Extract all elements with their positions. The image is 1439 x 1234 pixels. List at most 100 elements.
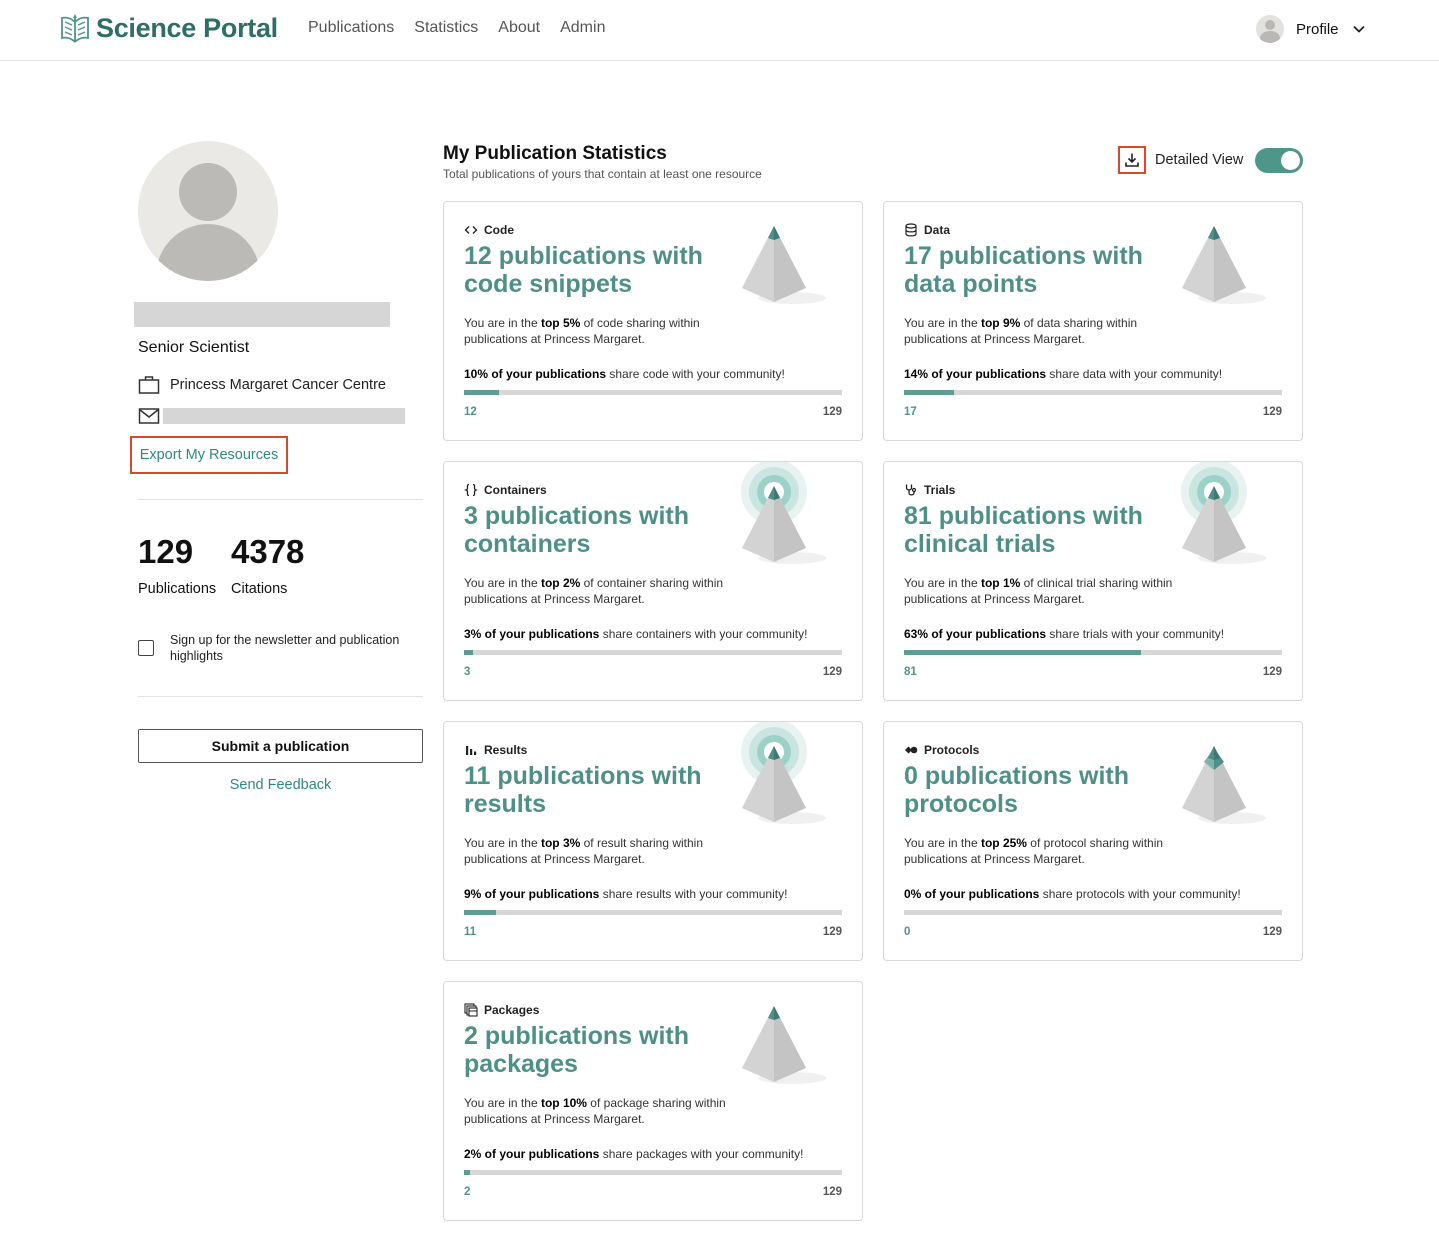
share-rest: share protocols with your community! xyxy=(1039,887,1241,901)
share-rest: share code with your community! xyxy=(606,367,785,381)
share-percent: 10% of your publications xyxy=(464,367,607,381)
progress-total: 129 xyxy=(822,926,842,938)
briefcase-icon xyxy=(138,376,160,394)
desc-text: You are in the xyxy=(464,836,541,850)
publications-label: Publications xyxy=(138,581,217,597)
nav-admin[interactable]: Admin xyxy=(560,19,605,37)
publications-count: 129 xyxy=(138,533,194,570)
progress-fill xyxy=(464,390,500,395)
divider xyxy=(138,696,423,697)
card-title: 11 publications with results xyxy=(464,762,702,818)
desc-rank: top 9% xyxy=(980,316,1021,330)
detailed-view-toggle[interactable] xyxy=(1255,148,1303,173)
pyramid-graphic xyxy=(1174,459,1284,572)
pyramid-graphic xyxy=(734,202,844,312)
toggle-knob xyxy=(1281,151,1300,170)
newsletter-checkbox[interactable] xyxy=(138,640,154,656)
profile-label: Profile xyxy=(1296,20,1339,38)
stat-card-containers: Containers 3 publications with containers… xyxy=(443,459,863,701)
nav-statistics[interactable]: Statistics xyxy=(414,19,478,37)
desc-rank: top 1% xyxy=(980,576,1021,590)
card-header: Containers xyxy=(463,483,547,497)
redacted-email xyxy=(163,408,405,424)
code-icon xyxy=(464,223,478,237)
citations-label: Citations xyxy=(231,581,288,597)
protocol-icon xyxy=(904,743,918,757)
card-category: Trials xyxy=(924,483,956,497)
desc-text: You are in the xyxy=(464,576,541,590)
pyramid-graphic xyxy=(1174,202,1284,312)
card-description: You are in the top 10% of package sharin… xyxy=(464,1095,744,1127)
card-header: Trials xyxy=(904,483,955,497)
progress-fill xyxy=(904,390,954,395)
database-icon xyxy=(904,223,918,237)
stat-card-trials: Trials 81 publications with clinical tria… xyxy=(883,459,1303,701)
card-share-text: 2% of your publications share packages w… xyxy=(464,1147,854,1161)
stat-card-packages: Packages 2 publications with packages You … xyxy=(443,981,863,1221)
profile-avatar xyxy=(138,141,278,281)
nav-publications[interactable]: Publications xyxy=(308,19,394,37)
share-percent: 3% of your publications xyxy=(464,627,600,641)
card-title: 17 publications with data points xyxy=(904,242,1143,298)
progress-count: 0 xyxy=(904,926,911,938)
job-title: Senior Scientist xyxy=(138,339,250,356)
card-share-text: 3% of your publications share containers… xyxy=(464,627,854,641)
avatar xyxy=(1256,15,1284,43)
progress-total: 129 xyxy=(822,666,842,678)
card-share-text: 0% of your publications share protocols … xyxy=(904,887,1294,901)
pyramid-graphic xyxy=(1174,722,1284,832)
desc-text: You are in the xyxy=(904,836,981,850)
card-share-text: 9% of your publications share results wi… xyxy=(464,887,854,901)
divider xyxy=(138,499,423,500)
card-header: Code xyxy=(464,223,514,237)
card-header: Packages xyxy=(464,1003,539,1017)
progress-bar xyxy=(464,650,842,655)
profile-menu[interactable]: Profile xyxy=(1256,15,1365,43)
card-share-text: 14% of your publications share data with… xyxy=(904,367,1294,381)
brand-logo[interactable]: Science Portal xyxy=(60,12,278,44)
share-percent: 9% of your publications xyxy=(464,887,600,901)
desc-text: You are in the xyxy=(464,316,541,330)
desc-rank: top 25% xyxy=(980,836,1027,850)
progress-total: 129 xyxy=(1262,926,1282,938)
pyramid-graphic xyxy=(734,719,844,832)
page-subtitle: Total publications of yours that contain… xyxy=(443,167,762,181)
card-title: 81 publications with clinical trials xyxy=(904,502,1143,558)
card-description: You are in the top 9% of data sharing wi… xyxy=(904,315,1184,347)
organization-row: Princess Margaret Cancer Centre xyxy=(138,375,386,395)
send-feedback-link[interactable]: Send Feedback xyxy=(138,777,423,793)
top-navbar: Science Portal Publications Statistics A… xyxy=(0,0,1439,61)
submit-publication-button[interactable]: Submit a publication xyxy=(138,729,423,763)
citations-count: 4378 xyxy=(231,533,305,570)
progress-bar xyxy=(904,650,1282,655)
progress-total: 129 xyxy=(822,406,842,418)
card-header: Protocols xyxy=(904,743,979,757)
progress-bar xyxy=(464,390,842,395)
desc-rank: top 2% xyxy=(540,576,581,590)
download-button[interactable] xyxy=(1118,146,1146,174)
pyramid-graphic xyxy=(734,982,844,1092)
progress-fill xyxy=(464,1170,471,1175)
stat-card-protocols: Protocols 0 publications with protocols Yo… xyxy=(883,721,1303,961)
book-leaf-icon xyxy=(61,14,89,43)
card-header: Data xyxy=(904,223,950,237)
card-category: Code xyxy=(484,223,514,237)
stat-card-data: Data 17 publications with data points You … xyxy=(883,201,1303,441)
progress-total: 129 xyxy=(822,1186,842,1198)
nav-about[interactable]: About xyxy=(498,19,540,37)
organization-name: Princess Margaret Cancer Centre xyxy=(170,377,386,393)
detailed-view-label: Detailed View xyxy=(1155,152,1244,168)
newsletter-label: Sign up for the newsletter and publicati… xyxy=(170,633,400,663)
desc-text: You are in the xyxy=(464,1096,541,1110)
desc-rank: top 10% xyxy=(540,1096,587,1110)
download-icon xyxy=(1125,153,1139,167)
card-header: Results xyxy=(464,743,527,757)
share-rest: share packages with your community! xyxy=(599,1147,804,1161)
card-title: 2 publications with packages xyxy=(464,1022,690,1078)
brand-name: Science Portal xyxy=(96,12,278,43)
bar-chart-icon xyxy=(464,743,478,757)
card-share-text: 63% of your publications share trials wi… xyxy=(904,627,1294,641)
page-title: My Publication Statistics xyxy=(443,143,667,164)
desc-text: You are in the xyxy=(904,316,981,330)
export-resources-link[interactable]: Export My Resources xyxy=(130,436,288,474)
